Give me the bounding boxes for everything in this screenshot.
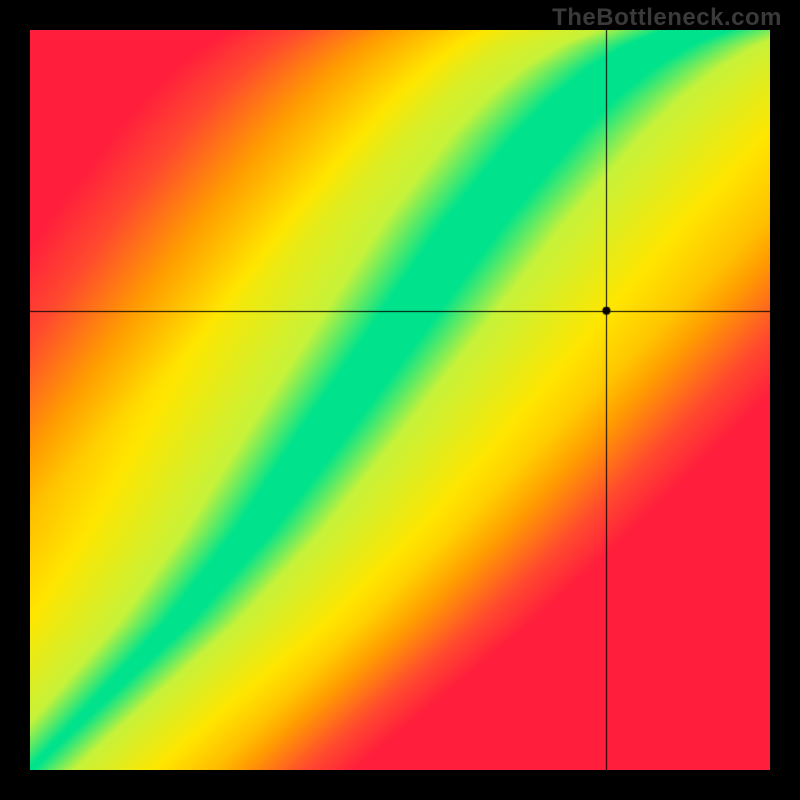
- watermark-text: TheBottleneck.com: [552, 4, 782, 32]
- bottleneck-heatmap: [30, 30, 770, 770]
- chart-frame: TheBottleneck.com: [0, 0, 800, 800]
